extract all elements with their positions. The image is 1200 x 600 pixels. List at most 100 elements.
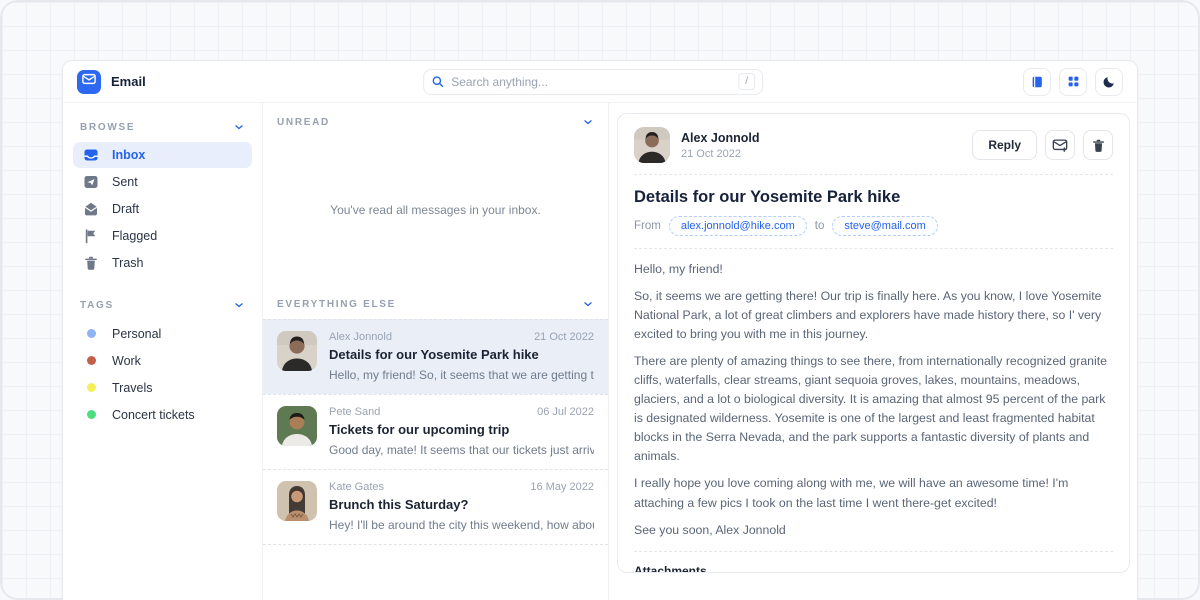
addressbook-button[interactable] [1023,68,1051,96]
delete-mail-button[interactable] [1083,130,1113,160]
body-paragraph: Hello, my friend! [634,260,1113,279]
mail-subject: Tickets for our upcoming trip [329,422,594,437]
tag-item-personal[interactable]: Personal [73,320,252,347]
tags-label: TAGS [80,300,114,311]
mail-preview: Hey! I'll be around the city this weeken… [329,518,594,532]
header-actions [1023,68,1123,96]
mail-preview: Hello, my friend! So, it seems that we a… [329,368,594,382]
everything-else-section-header[interactable]: EVERYTHING ELSE [263,285,608,319]
attachments-label: Attachments [634,564,1113,573]
app-title: Email [111,74,146,89]
grid-icon [1067,75,1080,88]
mail-meta: Pete Sand 06 Jul 2022 Tickets for our up… [329,406,594,457]
tag-dot [87,383,96,392]
from-label: From [634,220,661,232]
tag-label: Concert tickets [112,408,195,422]
unread-empty-message: You've read all messages in your inbox. [263,137,608,283]
mail-list-item-pete[interactable]: Pete Sand 06 Jul 2022 Tickets for our up… [263,394,608,469]
sidebar-item-label: Flagged [112,229,157,243]
to-label: to [815,220,825,232]
tag-dot [87,410,96,419]
avatar [277,331,317,371]
mail-date: 21 Oct 2022 [534,331,594,343]
tag-item-concert-tickets[interactable]: Concert tickets [73,401,252,428]
mail-sender: Alex Jonnold [329,331,392,343]
avatar [277,481,317,521]
mail-detail-card: Alex Jonnold 21 Oct 2022 Reply [617,113,1130,573]
trash-icon [83,255,99,271]
from-address-pill[interactable]: alex.jonnold@hike.com [669,216,807,236]
to-address-pill[interactable]: steve@mail.com [832,216,937,236]
sidebar-item-flagged[interactable]: Flagged [73,223,252,249]
tag-dot [87,329,96,338]
sidebar-item-label: Inbox [112,148,145,162]
unread-label: UNREAD [277,117,330,128]
mail-subject: Brunch this Saturday? [329,497,594,512]
mail-detail-column: Alex Jonnold 21 Oct 2022 Reply [609,103,1137,600]
mail-date: 16 May 2022 [530,481,594,493]
sidebar-item-label: Trash [112,256,144,270]
mail-date: 06 Jul 2022 [537,406,594,418]
sidebar-item-inbox[interactable]: Inbox [73,142,252,168]
mail-preview: Good day, mate! It seems that our ticket… [329,443,594,457]
sidebar-item-label: Sent [112,175,138,189]
mail-list-item-alex[interactable]: Alex Jonnold 21 Oct 2022 Details for our… [263,319,608,394]
chevron-down-icon [233,121,245,133]
sidebar-item-trash[interactable]: Trash [73,250,252,276]
chevron-down-icon [582,298,594,310]
tags-section-header[interactable]: TAGS [73,289,252,320]
tag-label: Travels [112,381,153,395]
envelope-icon [82,72,96,91]
sidebar-item-sent[interactable]: Sent [73,169,252,195]
mail-meta: Alex Jonnold 21 Oct 2022 Details for our… [329,331,594,382]
mail-body: Hello, my friend! So, it seems we are ge… [634,260,1113,540]
tag-item-travels[interactable]: Travels [73,374,252,401]
chevron-down-icon [582,116,594,128]
mail-subject: Details for our Yosemite Park hike [329,347,594,362]
mail-list-item-kate[interactable]: Kate Gates 16 May 2022 Brunch this Satur… [263,469,608,545]
flag-icon [83,228,99,244]
mail-meta: Kate Gates 16 May 2022 Brunch this Satur… [329,481,594,532]
book-icon [1030,75,1044,89]
search-bar[interactable]: / [423,69,763,95]
chevron-down-icon [233,299,245,311]
draft-icon [83,201,99,217]
mail-detail-subject: Details for our Yosemite Park hike [634,188,1113,207]
reply-button[interactable]: Reply [972,130,1037,160]
inbox-icon [83,147,99,163]
body-paragraph: There are plenty of amazing things to se… [634,352,1113,466]
mail-sender: Pete Sand [329,406,380,418]
detail-header: Alex Jonnold 21 Oct 2022 Reply [634,127,1113,163]
tag-label: Work [112,354,141,368]
body-paragraph: I really hope you love coming along with… [634,474,1113,512]
sidebar: BROWSE Inbox Sent [63,103,263,600]
tag-item-work[interactable]: Work [73,347,252,374]
tag-label: Personal [112,327,161,341]
browse-section-header[interactable]: BROWSE [73,111,252,142]
detail-sender-info: Alex Jonnold 21 Oct 2022 [681,131,759,160]
divider [634,248,1113,249]
forward-mail-button[interactable] [1045,130,1075,160]
mail-plus-icon [1052,137,1068,153]
everything-else-label: EVERYTHING ELSE [277,299,396,310]
browse-label: BROWSE [80,122,135,133]
moon-icon [1102,75,1116,89]
search-input[interactable] [451,75,731,89]
sent-icon [83,174,99,190]
app-header: Email / [63,61,1137,103]
email-app-window: Email / [62,60,1138,600]
divider [634,174,1113,175]
search-shortcut-key: / [738,73,755,90]
divider [634,551,1113,552]
detail-sender-date: 21 Oct 2022 [681,148,759,160]
sidebar-item-draft[interactable]: Draft [73,196,252,222]
unread-section-header[interactable]: UNREAD [263,103,608,137]
body-paragraph: So, it seems we are getting there! Our t… [634,287,1113,344]
avatar [277,406,317,446]
app-main: BROWSE Inbox Sent [63,103,1137,600]
dark-mode-button[interactable] [1095,68,1123,96]
mail-sender: Kate Gates [329,481,384,493]
app-logo [77,70,101,94]
apps-grid-button[interactable] [1059,68,1087,96]
body-paragraph: See you soon, Alex Jonnold [634,521,1113,540]
